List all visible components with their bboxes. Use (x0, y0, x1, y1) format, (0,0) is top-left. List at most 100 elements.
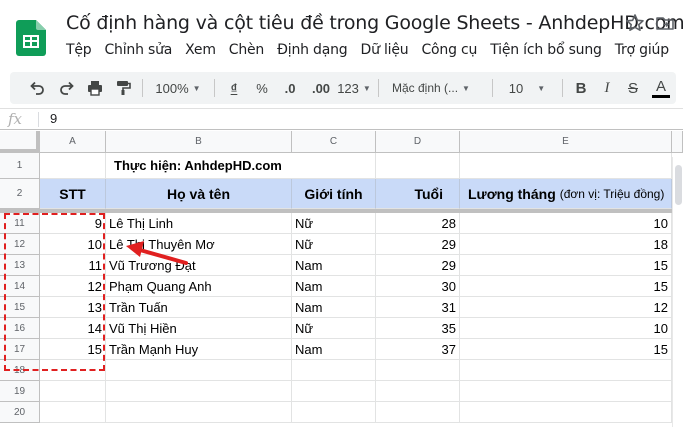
redo-button[interactable] (54, 72, 80, 104)
cell-age[interactable]: 37 (376, 339, 460, 360)
header-age[interactable]: Tuổi (376, 179, 460, 209)
bold-button[interactable]: B (570, 72, 592, 104)
toolbar-divider (142, 79, 143, 97)
scrollbar-thumb[interactable] (675, 165, 682, 205)
empty-cell[interactable] (460, 360, 672, 381)
menu-format[interactable]: Định dạng (277, 42, 348, 62)
cell-d1[interactable] (376, 153, 460, 179)
empty-cell[interactable] (40, 402, 106, 423)
cell-a1[interactable] (40, 153, 106, 179)
document-title[interactable]: Cố định hàng và cột tiêu đề trong Google… (66, 12, 683, 34)
title-cell[interactable]: Thực hiện: AnhdepHD.com (106, 153, 292, 179)
empty-cell[interactable] (292, 360, 376, 381)
cell-salary[interactable]: 10 (460, 213, 672, 234)
menu-insert[interactable]: Chèn (229, 42, 265, 62)
cell-name[interactable]: Vũ Thị Hiền (106, 318, 292, 339)
row-header[interactable]: 20 (0, 402, 40, 423)
column-header-e[interactable]: E (460, 131, 672, 153)
menu-data[interactable]: Dữ liệu (360, 42, 408, 62)
cell-name[interactable]: Trần Tuấn (106, 297, 292, 318)
cell-gender[interactable]: Nam (292, 276, 376, 297)
italic-button[interactable]: I (596, 72, 618, 104)
empty-cell[interactable] (292, 402, 376, 423)
cell-age[interactable]: 31 (376, 297, 460, 318)
cell-gender[interactable]: Nữ (292, 318, 376, 339)
cell-age[interactable]: 29 (376, 255, 460, 276)
cell-gender[interactable]: Nữ (292, 234, 376, 255)
redo-icon (60, 81, 74, 95)
move-to-folder-icon[interactable] (655, 13, 675, 33)
format-currency-button[interactable]: ₫ (222, 72, 246, 104)
more-formats-button[interactable]: 123 ▼ (336, 72, 372, 104)
cell-salary[interactable]: 15 (460, 339, 672, 360)
column-header-d[interactable]: D (376, 131, 460, 153)
star-icon[interactable] (625, 13, 645, 33)
header-gender[interactable]: Giới tính (292, 179, 376, 209)
header-name[interactable]: Họ và tên (106, 179, 292, 209)
cell-salary[interactable]: 18 (460, 234, 672, 255)
formula-input[interactable]: 9 (50, 111, 57, 126)
cell-salary[interactable]: 15 (460, 276, 672, 297)
print-button[interactable] (82, 72, 108, 104)
cell-name[interactable]: Lê Thị Linh (106, 213, 292, 234)
empty-cell[interactable] (460, 381, 672, 402)
header-salary[interactable]: Lương tháng (đơn vị: Triệu đồng) (460, 179, 672, 209)
format-percent-button[interactable]: % (250, 72, 274, 104)
cell-age[interactable]: 35 (376, 318, 460, 339)
empty-cell[interactable] (40, 381, 106, 402)
cell-gender[interactable]: Nam (292, 339, 376, 360)
menu-bar: Tệp Chỉnh sửa Xem Chèn Định dạng Dữ liệu… (66, 42, 682, 62)
menu-view[interactable]: Xem (185, 42, 216, 62)
cell-salary[interactable]: 10 (460, 318, 672, 339)
cell-salary[interactable]: 15 (460, 255, 672, 276)
column-header-c[interactable]: C (292, 131, 376, 153)
menu-tools[interactable]: Công cụ (421, 42, 477, 62)
toolbar-divider (492, 79, 493, 97)
select-all-corner[interactable] (0, 131, 40, 153)
cell-age[interactable]: 30 (376, 276, 460, 297)
empty-cell[interactable] (376, 381, 460, 402)
text-color-swatch (652, 94, 670, 98)
vertical-scrollbar[interactable] (672, 157, 683, 427)
empty-cell[interactable] (106, 360, 292, 381)
empty-cell[interactable] (376, 402, 460, 423)
undo-button[interactable] (24, 72, 50, 104)
decrease-decimal-button[interactable]: .0 (276, 72, 304, 104)
menu-file[interactable]: Tệp (66, 42, 92, 62)
column-header-f[interactable] (672, 131, 683, 153)
font-size-select[interactable]: 10 ▼ (500, 72, 554, 104)
empty-cell[interactable] (376, 360, 460, 381)
column-header-b[interactable]: B (106, 131, 292, 153)
cell-c1[interactable] (292, 153, 376, 179)
cell-gender[interactable]: Nam (292, 297, 376, 318)
paint-format-icon (117, 81, 131, 95)
menu-addons[interactable]: Tiện ích bổ sung (490, 42, 602, 62)
menu-help[interactable]: Trợ giúp (615, 42, 669, 62)
empty-cell[interactable] (106, 402, 292, 423)
cell-name[interactable]: Phạm Quang Anh (106, 276, 292, 297)
column-header-a[interactable]: A (40, 131, 106, 153)
empty-cell[interactable] (106, 381, 292, 402)
increase-decimal-button[interactable]: .00 (306, 72, 336, 104)
text-color-button[interactable]: A (650, 72, 672, 104)
header-stt[interactable]: STT (40, 179, 106, 209)
google-sheets-logo-icon[interactable] (16, 20, 46, 56)
cell-gender[interactable]: Nam (292, 255, 376, 276)
row-header[interactable]: 2 (0, 179, 40, 209)
cell-name[interactable]: Trần Mạnh Huy (106, 339, 292, 360)
strikethrough-button[interactable]: S (622, 72, 644, 104)
empty-cell[interactable] (460, 402, 672, 423)
zoom-select[interactable]: 100% ▼ (150, 72, 206, 104)
cell-salary[interactable]: 12 (460, 297, 672, 318)
menu-edit[interactable]: Chỉnh sửa (104, 42, 172, 62)
cell-age[interactable]: 28 (376, 213, 460, 234)
row-header[interactable]: 1 (0, 153, 40, 179)
toolbar: 100% ▼ ₫ % .0 .00 123 ▼ Mặc định (... ▼ 10 ▼… (10, 72, 676, 104)
cell-e1[interactable] (460, 153, 672, 179)
cell-gender[interactable]: Nữ (292, 213, 376, 234)
font-family-select[interactable]: Mặc định (... ▼ (386, 72, 486, 104)
row-header[interactable]: 19 (0, 381, 40, 402)
paint-format-button[interactable] (110, 72, 136, 104)
cell-age[interactable]: 29 (376, 234, 460, 255)
empty-cell[interactable] (292, 381, 376, 402)
